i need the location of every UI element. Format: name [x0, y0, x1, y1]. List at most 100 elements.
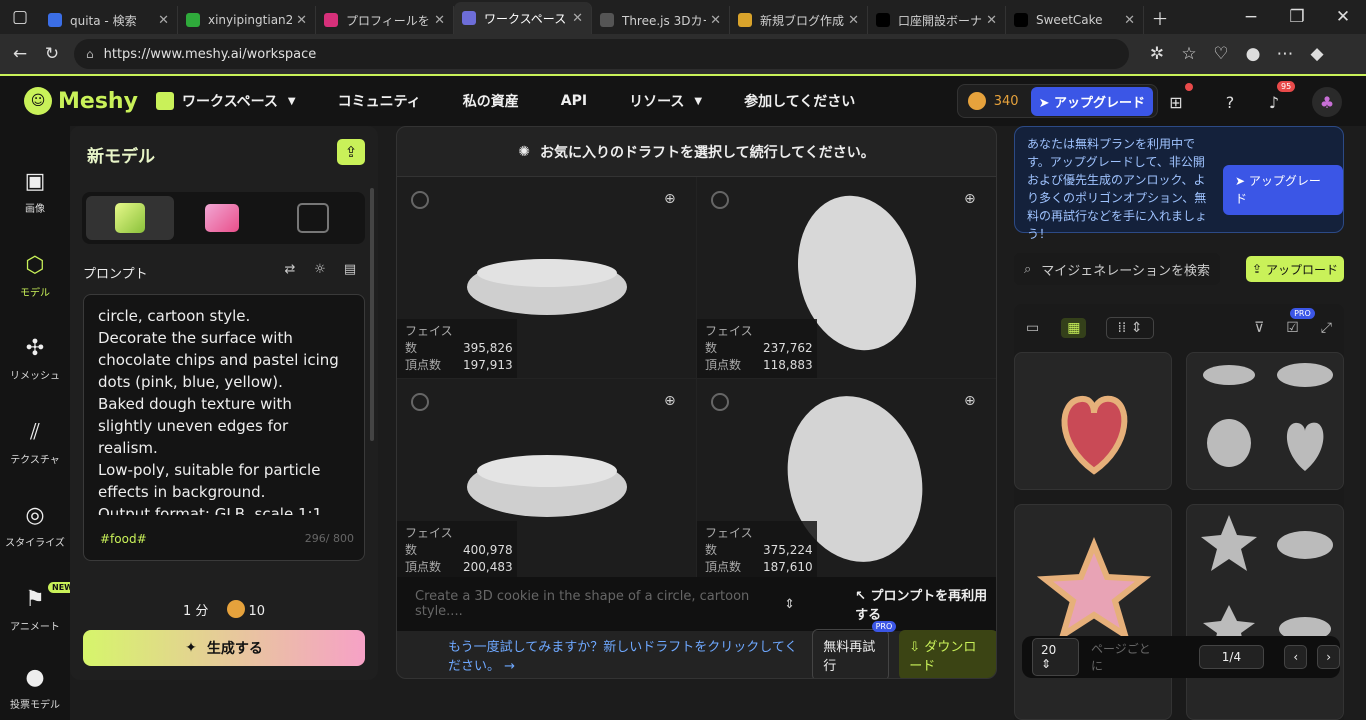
- mode-text-to-3d[interactable]: [86, 196, 174, 240]
- rail-item-3[interactable]: ⫽ テクスチャ: [0, 421, 70, 467]
- panel-scrollbar[interactable]: [370, 188, 374, 441]
- browser-tab[interactable]: 口座開設ボーナ ✕: [868, 6, 1006, 34]
- site-info-icon[interactable]: ⌂: [86, 47, 94, 61]
- mode-image-to-3d[interactable]: [178, 196, 266, 240]
- draft-card[interactable]: ⊕ フェイス数 237,762 頂点数 118,883: [697, 177, 996, 378]
- expand-icon[interactable]: ⤢: [1321, 320, 1332, 336]
- help-icon[interactable]: ?: [1217, 89, 1243, 115]
- profile-avatar[interactable]: ●: [1237, 38, 1269, 70]
- zoom-icon[interactable]: ⊕: [664, 393, 682, 411]
- prompt-textarea[interactable]: circle, cartoon style. Decorate the surf…: [83, 294, 365, 561]
- try-again-link[interactable]: もう一度試してみますか？新しいドラフトをクリックしてください。 →: [448, 636, 800, 674]
- upload-icon[interactable]: ⇪: [337, 139, 365, 165]
- download-button[interactable]: ⇩ ダウンロード: [899, 630, 996, 678]
- browser-tab[interactable]: SweetCake ✕: [1006, 6, 1144, 34]
- upload-button[interactable]: ⇪ アップロード: [1246, 256, 1344, 282]
- rail-item-4[interactable]: ◎ スタイライズ: [0, 504, 70, 550]
- sort-icon[interactable]: ⇕: [784, 597, 795, 612]
- more-menu-icon[interactable]: ⋯: [1269, 38, 1301, 70]
- folder-icon[interactable]: ▭: [1026, 320, 1039, 336]
- generate-button[interactable]: ✦ 生成する: [83, 630, 365, 666]
- new-tab-button[interactable]: ＋: [1144, 1, 1176, 33]
- extensions-icon[interactable]: ✲: [1141, 38, 1173, 70]
- rail-item-5[interactable]: NEW ⚑ アニメート: [0, 582, 77, 633]
- free-retry-button[interactable]: 無料再試行 PRO: [812, 621, 897, 678]
- close-tab-icon[interactable]: ✕: [158, 13, 169, 28]
- gift-icon[interactable]: ⊞: [1163, 83, 1193, 115]
- close-tab-icon[interactable]: ✕: [710, 13, 721, 28]
- minimize-button[interactable]: −: [1228, 1, 1274, 33]
- page-indicator[interactable]: 1/4: [1198, 645, 1265, 669]
- close-window-button[interactable]: ✕: [1320, 1, 1366, 33]
- generation-set-2[interactable]: [1186, 504, 1344, 720]
- zoom-icon[interactable]: ⊕: [964, 191, 982, 209]
- url-field[interactable]: ⌂ https://www.meshy.ai/workspace: [74, 39, 1129, 69]
- nav-workspace[interactable]: ワークスペース ▼: [156, 91, 296, 111]
- browser-tab[interactable]: xinyipingtian2 ✕: [178, 6, 316, 34]
- refresh-button[interactable]: ↻: [36, 38, 68, 70]
- browser-tab[interactable]: プロフィールを編集 ✕: [316, 6, 454, 34]
- browser-tab[interactable]: 新規ブログ作成 ✕: [730, 6, 868, 34]
- select-radio[interactable]: [711, 191, 729, 209]
- health-icon[interactable]: ♡: [1205, 38, 1237, 70]
- nav-community[interactable]: コミュニティ: [338, 91, 421, 111]
- select-radio[interactable]: [711, 393, 729, 411]
- generation-card-heart[interactable]: [1014, 352, 1172, 490]
- zoom-icon[interactable]: ⊕: [664, 191, 682, 209]
- translate-icon[interactable]: ⇄: [275, 262, 305, 277]
- select-radio[interactable]: [411, 393, 429, 411]
- select-icon[interactable]: ☑ PRO: [1286, 308, 1315, 336]
- nav-resources[interactable]: リソース ▼: [629, 91, 702, 111]
- draft-card[interactable]: ⊕ フェイス数 400,978 頂点数 200,483: [397, 379, 696, 580]
- prev-page-button[interactable]: ‹: [1284, 645, 1308, 669]
- lightbulb-icon[interactable]: ☼: [305, 262, 335, 277]
- browser-tab[interactable]: ワークスペース ✕: [454, 2, 592, 34]
- meshy-icon: [462, 11, 476, 25]
- rail-item-6[interactable]: ● 投票モデル: [0, 666, 70, 712]
- nav-assets[interactable]: 私の資産: [463, 91, 519, 111]
- back-button[interactable]: ←: [4, 38, 36, 70]
- generation-set-1[interactable]: [1186, 352, 1344, 490]
- tab-actions-icon[interactable]: ▢: [0, 1, 40, 33]
- grid-view-icon[interactable]: ▦: [1061, 318, 1087, 338]
- upgrade-button[interactable]: ➤ アップグレード: [1030, 86, 1153, 116]
- meshy-logo[interactable]: ☺ Meshy: [24, 87, 144, 115]
- rail-item-0[interactable]: ▣ 画像: [0, 170, 70, 216]
- vertex-label: 頂点数: [405, 560, 442, 574]
- image-to-3d-icon: [204, 204, 239, 232]
- next-page-button[interactable]: ›: [1317, 645, 1340, 669]
- generation-search[interactable]: ⌕ マイジェネレーションを検索: [1014, 253, 1220, 285]
- template-icon[interactable]: ▤: [335, 262, 365, 277]
- reuse-prompt-button[interactable]: ↖ プロンプトを再利用する: [855, 585, 996, 623]
- filter-icon[interactable]: ⊽: [1254, 320, 1264, 336]
- close-tab-icon[interactable]: ✕: [986, 13, 997, 28]
- rail-item-2[interactable]: ✣ リメッシュ: [0, 337, 70, 383]
- draft-card[interactable]: ⊕ フェイス数 375,224 頂点数 187,610: [697, 379, 996, 580]
- bell-icon[interactable]: ♪ 95: [1261, 81, 1296, 115]
- per-page-select[interactable]: 20 ⇕: [1032, 638, 1080, 676]
- close-tab-icon[interactable]: ✕: [848, 13, 859, 28]
- reprompt-input[interactable]: Create a 3D cookie in the shape of a cir…: [415, 589, 764, 619]
- browser-tab[interactable]: quita - 検索 ✕: [40, 6, 178, 34]
- select-radio[interactable]: [411, 191, 429, 209]
- close-tab-icon[interactable]: ✕: [434, 13, 445, 28]
- mode-multi-image[interactable]: [269, 196, 357, 240]
- restore-button[interactable]: ❐: [1274, 1, 1320, 33]
- draft-viewer: ✺ お気に入りのドラフトを選択して続行してください。 ⊕ フェイス数 395,826 頂…: [396, 126, 997, 679]
- close-tab-icon[interactable]: ✕: [296, 13, 307, 28]
- close-tab-icon[interactable]: ✕: [1124, 13, 1135, 28]
- nav-join[interactable]: 参加してください: [744, 91, 855, 111]
- favorites-icon[interactable]: ☆: [1173, 38, 1205, 70]
- copilot-icon[interactable]: ◆: [1301, 38, 1333, 70]
- zoom-icon[interactable]: ⊕: [964, 393, 982, 411]
- nav-api[interactable]: API: [561, 93, 587, 109]
- browser-tab[interactable]: Three.js 3Dカー ✕: [592, 6, 730, 34]
- user-avatar[interactable]: ♣: [1312, 87, 1342, 117]
- generation-card-star[interactable]: [1014, 504, 1172, 720]
- density-select[interactable]: ⁞⁞ ⇕: [1106, 317, 1154, 339]
- draft-card[interactable]: ⊕ フェイス数 395,826 頂点数 197,913: [397, 177, 696, 378]
- close-tab-icon[interactable]: ✕: [572, 11, 583, 26]
- prompt-tag[interactable]: #food#: [100, 528, 147, 550]
- notice-upgrade-button[interactable]: ➤ アップグレード: [1223, 165, 1343, 215]
- rail-item-1[interactable]: ⬡ モデル: [0, 254, 70, 300]
